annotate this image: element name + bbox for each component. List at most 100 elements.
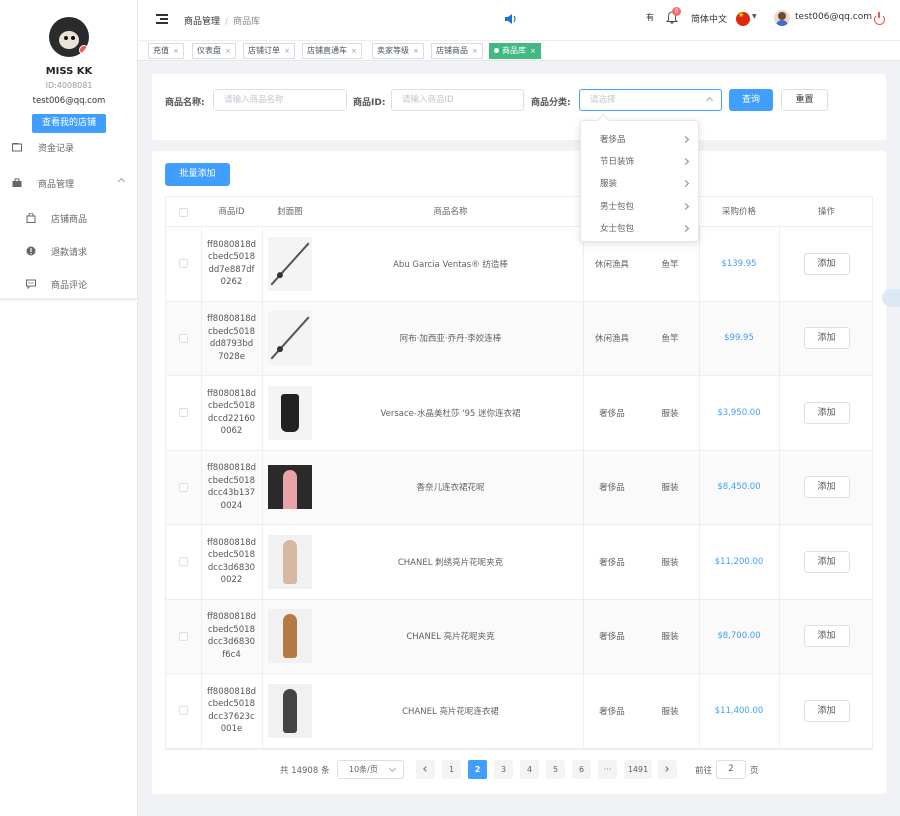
sidebar-item-product-management[interactable]: 商品管理 [0, 173, 138, 193]
category-option[interactable]: 节日装饰 [581, 151, 700, 173]
query-button[interactable]: 查询 [729, 89, 773, 111]
close-icon[interactable]: × [173, 47, 179, 55]
add-product-button[interactable]: 添加 [803, 401, 850, 424]
close-icon[interactable]: × [351, 47, 357, 55]
caret-down-icon[interactable]: ▼ [752, 13, 757, 20]
tab-label: 充值 [153, 46, 169, 55]
mini-label[interactable]: 有 [646, 12, 654, 23]
category-option[interactable]: 女士包包 [581, 218, 700, 240]
page-button-last[interactable]: 1491 [624, 760, 652, 779]
account-email[interactable]: test006@qq.com [795, 12, 872, 22]
goto-page-input[interactable]: 2 [716, 760, 746, 779]
china-flag-icon[interactable] [736, 11, 750, 26]
tab-store-orders[interactable]: 店铺订单 × [243, 43, 295, 59]
add-product-button[interactable]: 添加 [803, 476, 850, 499]
product-id-line: ff8080818d [206, 463, 257, 474]
page-button-current[interactable]: 2 [468, 760, 487, 779]
sidebar: MISS KK ID:4008081 test006@qq.com 查看我的店铺… [0, 0, 138, 816]
product-id-line: ff8080818d [206, 388, 257, 399]
page-button[interactable]: 3 [494, 760, 513, 779]
product-id-line: ff8080818d [206, 612, 257, 623]
product-category: 奢侈品 [599, 408, 625, 419]
close-icon[interactable]: × [284, 47, 290, 55]
alert-circle-icon [26, 246, 36, 256]
sidebar-item-product-reviews[interactable]: 商品评论 [0, 274, 138, 294]
account-avatar[interactable] [774, 10, 790, 26]
product-name: 阿布·加西亚·乔丹·李姣连棒 [399, 334, 502, 345]
breadcrumb-item[interactable]: 商品管理 [184, 17, 220, 27]
view-my-store-button[interactable]: 查看我的店铺 [32, 114, 106, 133]
tab-store-products[interactable]: 店铺商品 × [431, 43, 483, 59]
sidebar-item-refund-requests[interactable]: 退款请求 [0, 241, 138, 261]
tab-recharge[interactable]: 充值 × [148, 43, 184, 59]
add-product-button[interactable]: 添加 [803, 327, 850, 350]
product-subcategory: 服装 [661, 706, 679, 717]
page-button[interactable]: 1 [442, 760, 461, 779]
avatar[interactable] [49, 17, 89, 57]
sidebar-item-funds[interactable]: 资金记录 [0, 137, 138, 157]
notification-bell[interactable]: 0 [665, 7, 681, 25]
purchase-price: $11,200.00 [714, 556, 764, 567]
product-table: 商品ID 封面图 商品名称 采购价格 操作 ff8080818d cbedc501… [165, 196, 873, 750]
category-option[interactable]: 服装 [581, 173, 700, 195]
product-name-input[interactable]: 请输入商品名称 [213, 89, 347, 111]
product-id-line: ff8080818d [206, 686, 257, 697]
tab-label: 店铺商品 [436, 46, 468, 55]
batch-add-button[interactable]: 批量添加 [165, 163, 230, 186]
product-library-panel: 批量添加 商品ID 封面图 商品名称 采购价格 操作 ff8080818d cbe… [152, 151, 886, 794]
tab-product-library[interactable]: 商品库 × [489, 43, 541, 59]
page-button[interactable]: 4 [520, 760, 539, 779]
page-button[interactable]: 5 [546, 760, 565, 779]
row-checkbox[interactable] [179, 706, 188, 716]
prev-page-button[interactable] [416, 760, 435, 779]
close-icon[interactable]: × [472, 47, 478, 55]
page-button[interactable]: 6 [572, 760, 591, 779]
add-product-button[interactable]: 添加 [803, 625, 850, 648]
add-product-button[interactable]: 添加 [803, 550, 850, 573]
product-id-input[interactable]: 请输入商品ID [391, 89, 524, 111]
add-product-button[interactable]: 添加 [803, 699, 850, 722]
product-category-select[interactable]: 请选择 [579, 89, 722, 111]
select-all-checkbox[interactable] [179, 207, 188, 217]
chevron-right-icon [681, 157, 690, 166]
table-row: ff8080818d cbedc5018 dcc3d6830 f6c4 CHANEL 亮… [166, 599, 872, 674]
tab-dashboard[interactable]: 仪表盘 × [192, 43, 236, 59]
close-icon[interactable]: × [530, 47, 536, 55]
row-checkbox[interactable] [179, 408, 188, 418]
option-label: 奢侈品 [600, 135, 626, 145]
category-option[interactable]: 男士包包 [581, 196, 700, 218]
product-id-line: 0062 [220, 426, 243, 437]
tab-store-express[interactable]: 店铺直通车 × [302, 43, 362, 59]
search-panel: 商品名称: 请输入商品名称 商品ID: 请输入商品ID 商品分类: 请选择 查询… [152, 74, 886, 140]
row-checkbox[interactable] [179, 333, 188, 343]
sidebar-item-store-products[interactable]: 店铺商品 [0, 208, 138, 228]
row-checkbox[interactable] [179, 631, 188, 641]
reset-button[interactable]: 重置 [781, 89, 828, 111]
row-checkbox[interactable] [179, 482, 188, 492]
logout-power-icon[interactable] [874, 12, 885, 25]
product-id-line: dcc43b137 [207, 488, 256, 499]
product-name-label: 商品名称: [165, 98, 205, 108]
category-dropdown: 奢侈品 节日装饰 服装 男士包包 女士包包 [580, 120, 699, 242]
more-pages-button[interactable]: ··· [598, 760, 617, 779]
product-name: CHANEL 刺绣亮片花呢夹克 [397, 557, 504, 568]
table-row: ff8080818d cbedc5018 dd7e887df 0262 Abu Garc… [166, 227, 872, 302]
language-selector[interactable]: 简体中文 [691, 12, 727, 25]
tab-seller-level[interactable]: 卖家等级 × [372, 43, 424, 59]
product-category: 奢侈品 [599, 557, 625, 568]
close-icon[interactable]: × [413, 47, 419, 55]
column-header: 采购价格 [721, 207, 756, 217]
table-row: ff8080818d cbedc5018 dcc43b137 0024 香奈儿连衣裙花呢… [166, 450, 872, 525]
product-id-line: cbedc5018 [208, 550, 255, 561]
page-size-select[interactable]: 10条/页 [337, 760, 404, 779]
row-checkbox[interactable] [179, 557, 188, 567]
side-float-button[interactable] [882, 289, 900, 307]
category-option[interactable]: 奢侈品 [581, 129, 700, 151]
menu-toggle-icon[interactable] [156, 14, 168, 24]
add-product-button[interactable]: 添加 [803, 252, 850, 275]
row-checkbox[interactable] [179, 259, 188, 269]
close-icon[interactable]: × [225, 47, 231, 55]
announcement-speaker-icon[interactable] [504, 13, 518, 25]
tab-label: 商品库 [502, 46, 526, 55]
next-page-button[interactable] [658, 760, 677, 779]
